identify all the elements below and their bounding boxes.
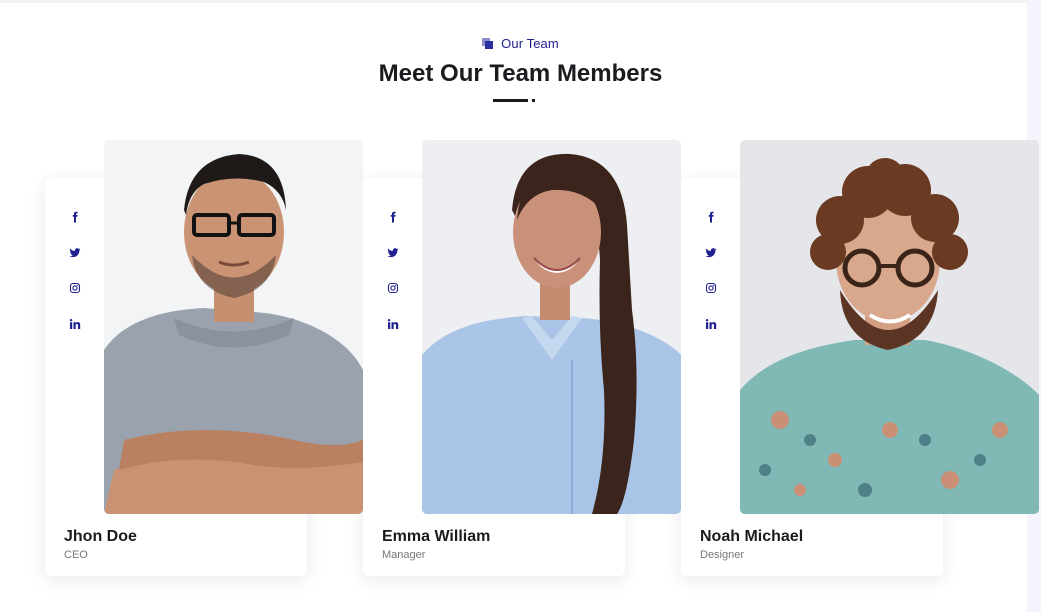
twitter-icon[interactable] xyxy=(702,244,720,262)
facebook-icon[interactable] xyxy=(66,208,84,226)
top-divider xyxy=(0,0,1041,3)
social-links xyxy=(363,178,422,350)
member-role: Designer xyxy=(700,549,745,561)
section-title: Meet Our Team Members xyxy=(378,60,663,87)
linkedin-icon[interactable] xyxy=(384,315,402,333)
linkedin-icon[interactable] xyxy=(66,315,84,333)
member-name: Emma William xyxy=(382,528,491,545)
member-role: CEO xyxy=(64,549,88,561)
member-name: Noah Michael xyxy=(700,528,804,545)
member-photo-noah-michael xyxy=(740,140,1039,514)
facebook-icon[interactable] xyxy=(702,208,720,226)
linkedin-icon[interactable] xyxy=(702,315,720,333)
member-photo-jhon-doe xyxy=(104,140,363,514)
section-eyebrow: Our Team xyxy=(0,36,1041,51)
twitter-icon[interactable] xyxy=(66,244,84,262)
instagram-icon[interactable] xyxy=(66,279,84,297)
instagram-icon[interactable] xyxy=(702,279,720,297)
facebook-icon[interactable] xyxy=(384,208,402,226)
member-name: Jhon Doe xyxy=(64,528,137,545)
eyebrow-label: Our Team xyxy=(501,36,559,51)
social-links xyxy=(681,178,740,350)
member-photo-emma-william xyxy=(422,140,681,514)
title-underline-dot xyxy=(532,99,535,102)
twitter-icon[interactable] xyxy=(384,244,402,262)
title-underline xyxy=(493,99,528,102)
social-links xyxy=(45,178,104,350)
instagram-icon[interactable] xyxy=(384,279,402,297)
squares-icon xyxy=(482,38,494,49)
member-role: Manager xyxy=(382,549,426,561)
